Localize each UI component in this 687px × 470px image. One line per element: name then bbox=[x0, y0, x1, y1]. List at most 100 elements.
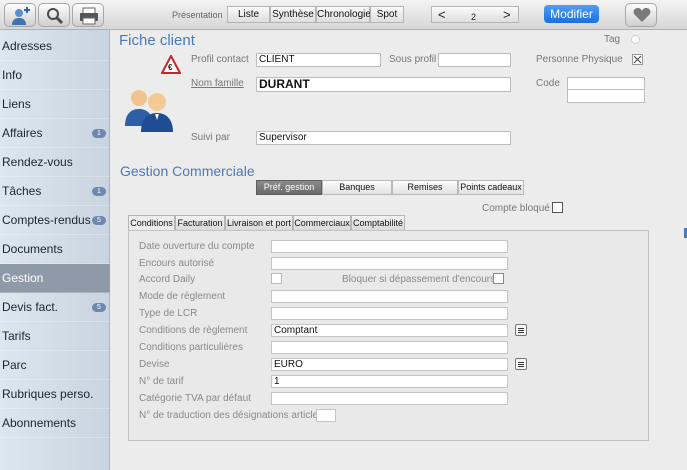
sidebar-item-taches[interactable]: Tâches 1 bbox=[0, 177, 110, 206]
sidebar-item-tarifs[interactable]: Tarifs bbox=[0, 322, 110, 351]
sidebar-item-label: Liens bbox=[2, 97, 31, 111]
tag-label: Tag bbox=[604, 34, 621, 45]
bloquer-label: Bloquer si dépassement d'encours bbox=[342, 274, 496, 285]
add-contact-button[interactable] bbox=[4, 3, 36, 27]
code-field-secondary[interactable] bbox=[567, 89, 645, 103]
sidebar-item-label: Affaires bbox=[2, 126, 43, 140]
profil-contact-field[interactable]: CLIENT bbox=[256, 53, 381, 67]
devise-list-button[interactable] bbox=[515, 358, 527, 370]
subtab-pref-gestion[interactable]: Préf. gestion bbox=[256, 180, 322, 195]
num-traduction-field[interactable] bbox=[316, 409, 336, 422]
date-ouverture-label: Date ouverture du compte bbox=[139, 241, 255, 252]
page-prev-button[interactable]: < bbox=[438, 8, 446, 22]
favorite-button[interactable] bbox=[625, 3, 657, 27]
sidebar-item-label: Devis fact. bbox=[2, 300, 59, 314]
sidebar-item-label: Rendez-vous bbox=[2, 155, 73, 169]
sidebar-item-liens[interactable]: Liens bbox=[0, 90, 110, 119]
view-synthese-button[interactable]: Synthèse bbox=[270, 6, 316, 23]
num-tarif-label: N° de tarif bbox=[139, 376, 184, 387]
mode-reglement-field[interactable] bbox=[271, 290, 508, 303]
devise-label: Devise bbox=[139, 359, 170, 370]
categorie-tva-field[interactable] bbox=[271, 392, 508, 405]
tab-conditions[interactable]: Conditions bbox=[128, 215, 175, 231]
contact-avatar-icon bbox=[125, 90, 173, 132]
personne-physique-checkbox[interactable] bbox=[632, 54, 643, 65]
conditions-particulieres-field[interactable] bbox=[271, 341, 508, 354]
sidebar-item-rendez-vous[interactable]: Rendez-vous bbox=[0, 148, 110, 177]
main-content: Fiche client Tag € Profil contact CLIENT… bbox=[111, 30, 687, 470]
sidebar-item-label: Tâches bbox=[2, 184, 42, 198]
subtab-banques[interactable]: Banques bbox=[322, 180, 392, 195]
type-lcr-field[interactable] bbox=[271, 307, 508, 320]
sidebar-item-documents[interactable]: Documents bbox=[0, 235, 110, 264]
subtab-points-cadeaux[interactable]: Points cadeaux bbox=[458, 180, 524, 195]
code-label: Code bbox=[536, 78, 560, 89]
tab-facturation[interactable]: Facturation bbox=[175, 215, 225, 230]
tab-commerciaux[interactable]: Commerciaux bbox=[293, 215, 351, 230]
view-spot-button[interactable]: Spot bbox=[370, 6, 404, 23]
page-number: 2 bbox=[471, 12, 477, 22]
accord-daily-label: Accord Daily bbox=[139, 274, 196, 285]
view-chronologie-button[interactable]: Chronologie bbox=[316, 6, 371, 23]
conditions-reglement-list-button[interactable] bbox=[515, 324, 527, 336]
print-button[interactable] bbox=[72, 3, 104, 27]
sidebar-item-label: Adresses bbox=[2, 39, 53, 53]
encours-label: Encours autorisé bbox=[139, 258, 215, 269]
search-button[interactable] bbox=[38, 3, 70, 27]
subtab-remises[interactable]: Remises bbox=[392, 180, 458, 195]
bloquer-checkbox[interactable] bbox=[493, 273, 504, 284]
accord-daily-checkbox[interactable] bbox=[271, 273, 282, 284]
date-ouverture-field[interactable] bbox=[271, 240, 508, 253]
sidebar-item-label: Tarifs bbox=[2, 329, 31, 343]
sidebar-item-label: Documents bbox=[2, 242, 63, 256]
sidebar-item-label: Abonnements bbox=[2, 416, 77, 430]
compte-bloque-label: Compte bloqué bbox=[482, 203, 550, 214]
sidebar-item-comptes-rendus[interactable]: Comptes-rendus 5 bbox=[0, 206, 110, 235]
sidebar-item-gestion[interactable]: Gestion bbox=[0, 264, 110, 293]
sidebar-item-label: Comptes-rendus bbox=[2, 213, 91, 227]
print-icon bbox=[80, 7, 98, 25]
type-lcr-label: Type de LCR bbox=[139, 308, 198, 319]
sidebar-item-parc[interactable]: Parc bbox=[0, 351, 110, 380]
sidebar-item-label: Gestion bbox=[2, 271, 44, 285]
personne-physique-label: Personne Physique bbox=[536, 54, 623, 65]
modifier-button[interactable]: Modifier bbox=[544, 5, 599, 23]
tab-livraison-port[interactable]: Livraison et port bbox=[225, 215, 293, 230]
conditions-panel: Date ouverture du compte Encours autoris… bbox=[128, 230, 649, 441]
nom-famille-field[interactable]: DURANT bbox=[256, 77, 511, 92]
tag-indicator[interactable] bbox=[631, 35, 640, 44]
page-next-button[interactable]: > bbox=[503, 8, 511, 22]
categorie-tva-label: Catégorie TVA par défaut bbox=[139, 393, 251, 404]
num-traduction-label: N° de traduction des désignations articl… bbox=[139, 410, 324, 421]
devise-field[interactable]: EURO bbox=[271, 358, 508, 371]
sidebar-item-devis-fact[interactable]: Devis fact. 5 bbox=[0, 293, 110, 322]
sous-profil-field[interactable] bbox=[438, 53, 511, 67]
credit-warning-symbol: € bbox=[168, 63, 173, 72]
sidebar-item-label: Info bbox=[2, 68, 23, 82]
encours-field[interactable] bbox=[271, 257, 508, 270]
count-badge: 5 bbox=[92, 303, 106, 312]
tab-comptabilite[interactable]: Comptabilité bbox=[351, 215, 405, 230]
count-badge: 1 bbox=[92, 129, 106, 138]
add-contact-icon bbox=[12, 7, 30, 25]
profil-contact-label: Profil contact bbox=[191, 54, 249, 65]
heart-icon bbox=[633, 8, 651, 22]
compte-bloque-checkbox[interactable] bbox=[552, 202, 563, 213]
count-badge: 5 bbox=[92, 216, 106, 225]
conditions-reglement-field[interactable]: Comptant bbox=[271, 324, 508, 337]
suivi-par-label: Suivi par bbox=[191, 132, 230, 143]
search-icon bbox=[47, 8, 64, 25]
sidebar-item-abonnements[interactable]: Abonnements bbox=[0, 409, 110, 438]
sidebar-item-rubriques-perso[interactable]: Rubriques perso. bbox=[0, 380, 110, 409]
sidebar: Adresses Info Liens Affaires 1 Rendez-vou… bbox=[0, 30, 110, 470]
view-liste-button[interactable]: Liste bbox=[227, 6, 270, 23]
suivi-par-field[interactable]: Supervisor bbox=[256, 131, 511, 145]
sidebar-item-adresses[interactable]: Adresses bbox=[0, 32, 110, 61]
fiche-title: Fiche client bbox=[119, 32, 195, 49]
sidebar-item-info[interactable]: Info bbox=[0, 61, 110, 90]
num-tarif-field[interactable]: 1 bbox=[271, 375, 508, 388]
sidebar-item-affaires[interactable]: Affaires 1 bbox=[0, 119, 110, 148]
nom-famille-label[interactable]: Nom famille bbox=[191, 78, 244, 89]
sous-profil-label: Sous profil bbox=[389, 54, 437, 65]
count-badge: 1 bbox=[92, 187, 106, 196]
